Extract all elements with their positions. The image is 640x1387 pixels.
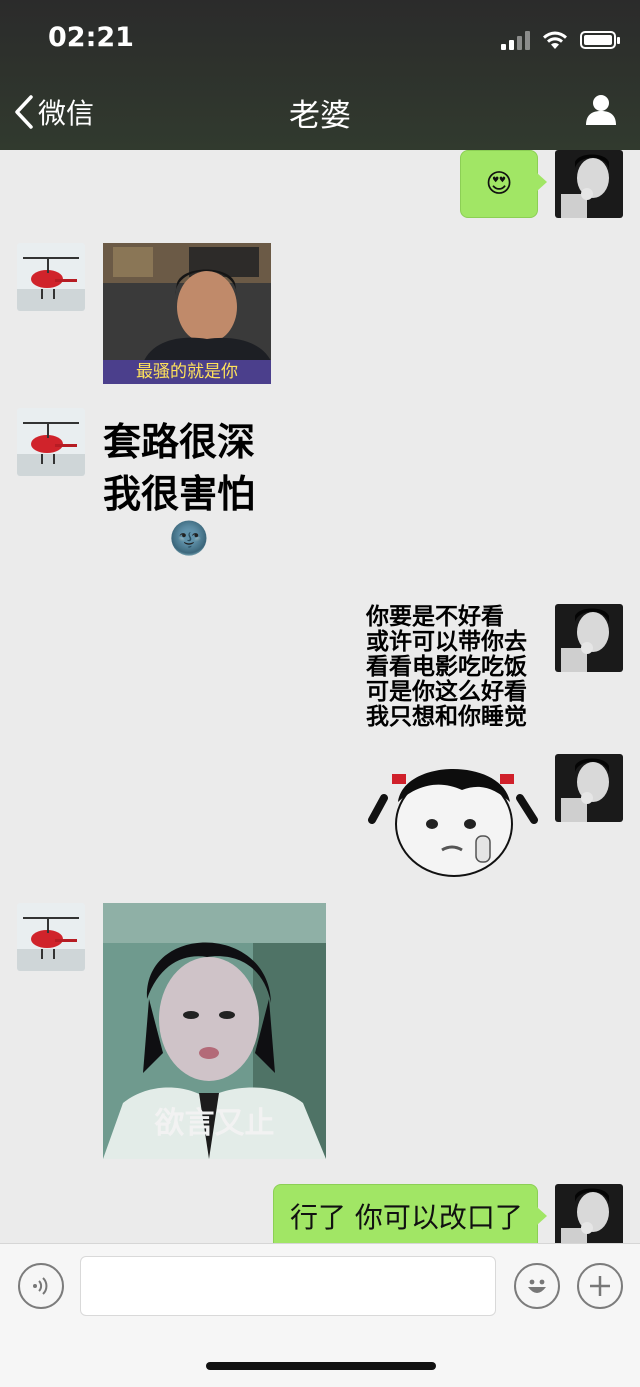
more-button[interactable] <box>577 1263 623 1309</box>
sticker-image[interactable]: 欲言又止 <box>103 903 326 1159</box>
contact-avatar[interactable] <box>17 408 85 476</box>
sticker-line: 我很害怕 <box>103 472 256 516</box>
sticker-image[interactable]: 最骚的就是你 <box>103 243 271 384</box>
contact-avatar[interactable] <box>17 903 85 971</box>
sticker-line: 可是你这么好看 <box>366 679 527 705</box>
sticker-line: 看看电影吃吃饭 <box>366 654 527 680</box>
contact-info-button[interactable] <box>584 92 618 130</box>
sticker-line: 套路很深 <box>103 420 256 464</box>
signal-icon <box>501 30 530 50</box>
sticker-caption: 最骚的就是你 <box>136 362 238 382</box>
my-avatar[interactable] <box>555 150 623 218</box>
sticker-line: 或许可以带你去 <box>366 629 527 655</box>
message-list[interactable]: 😍 最骚的就是你 套路很深 我很害怕 🌚 你要是不好看 或许可以带你去 看看电影… <box>0 150 640 1243</box>
home-indicator[interactable] <box>206 1362 436 1370</box>
baby-sticker-image[interactable] <box>366 750 538 880</box>
text-sticker[interactable]: 你要是不好看 或许可以带你去 看看电影吃吃饭 可是你这么好看 我只想和你睡觉 <box>366 605 541 730</box>
my-avatar[interactable] <box>555 754 623 822</box>
emoji-button[interactable] <box>514 1263 560 1309</box>
sticker-line: 你要是不好看 <box>366 604 504 630</box>
contact-avatar[interactable] <box>17 243 85 311</box>
moon-face-emoji: 🌚 <box>169 519 209 557</box>
smiling-face-heart-eyes-emoji: 😍 <box>485 169 513 199</box>
text-sticker[interactable]: 套路很深 我很害怕 🌚 <box>103 420 275 560</box>
plus-icon <box>590 1276 610 1296</box>
person-icon <box>586 95 616 125</box>
my-avatar[interactable] <box>555 604 623 672</box>
status-icons <box>501 28 620 52</box>
top-bar: 02:21 微信 老婆 <box>0 0 640 150</box>
message-input[interactable] <box>80 1256 496 1316</box>
message-bubble-emoji[interactable]: 😍 <box>460 150 547 218</box>
sticker-caption: 欲言又止 <box>154 1106 275 1141</box>
voice-icon <box>33 1277 48 1295</box>
wifi-icon <box>543 31 567 49</box>
sticker-line: 我只想和你睡觉 <box>366 704 527 730</box>
message-bubble-text[interactable]: 行了 你可以改口了 <box>273 1184 547 1243</box>
voice-button[interactable] <box>18 1263 64 1309</box>
battery-icon <box>580 31 620 49</box>
status-time: 02:21 <box>48 22 134 53</box>
my-avatar[interactable] <box>555 1184 623 1243</box>
message-text: 行了 你可以改口了 <box>290 1201 523 1234</box>
smiley-icon <box>528 1279 546 1293</box>
chat-title: 老婆 <box>289 98 351 134</box>
